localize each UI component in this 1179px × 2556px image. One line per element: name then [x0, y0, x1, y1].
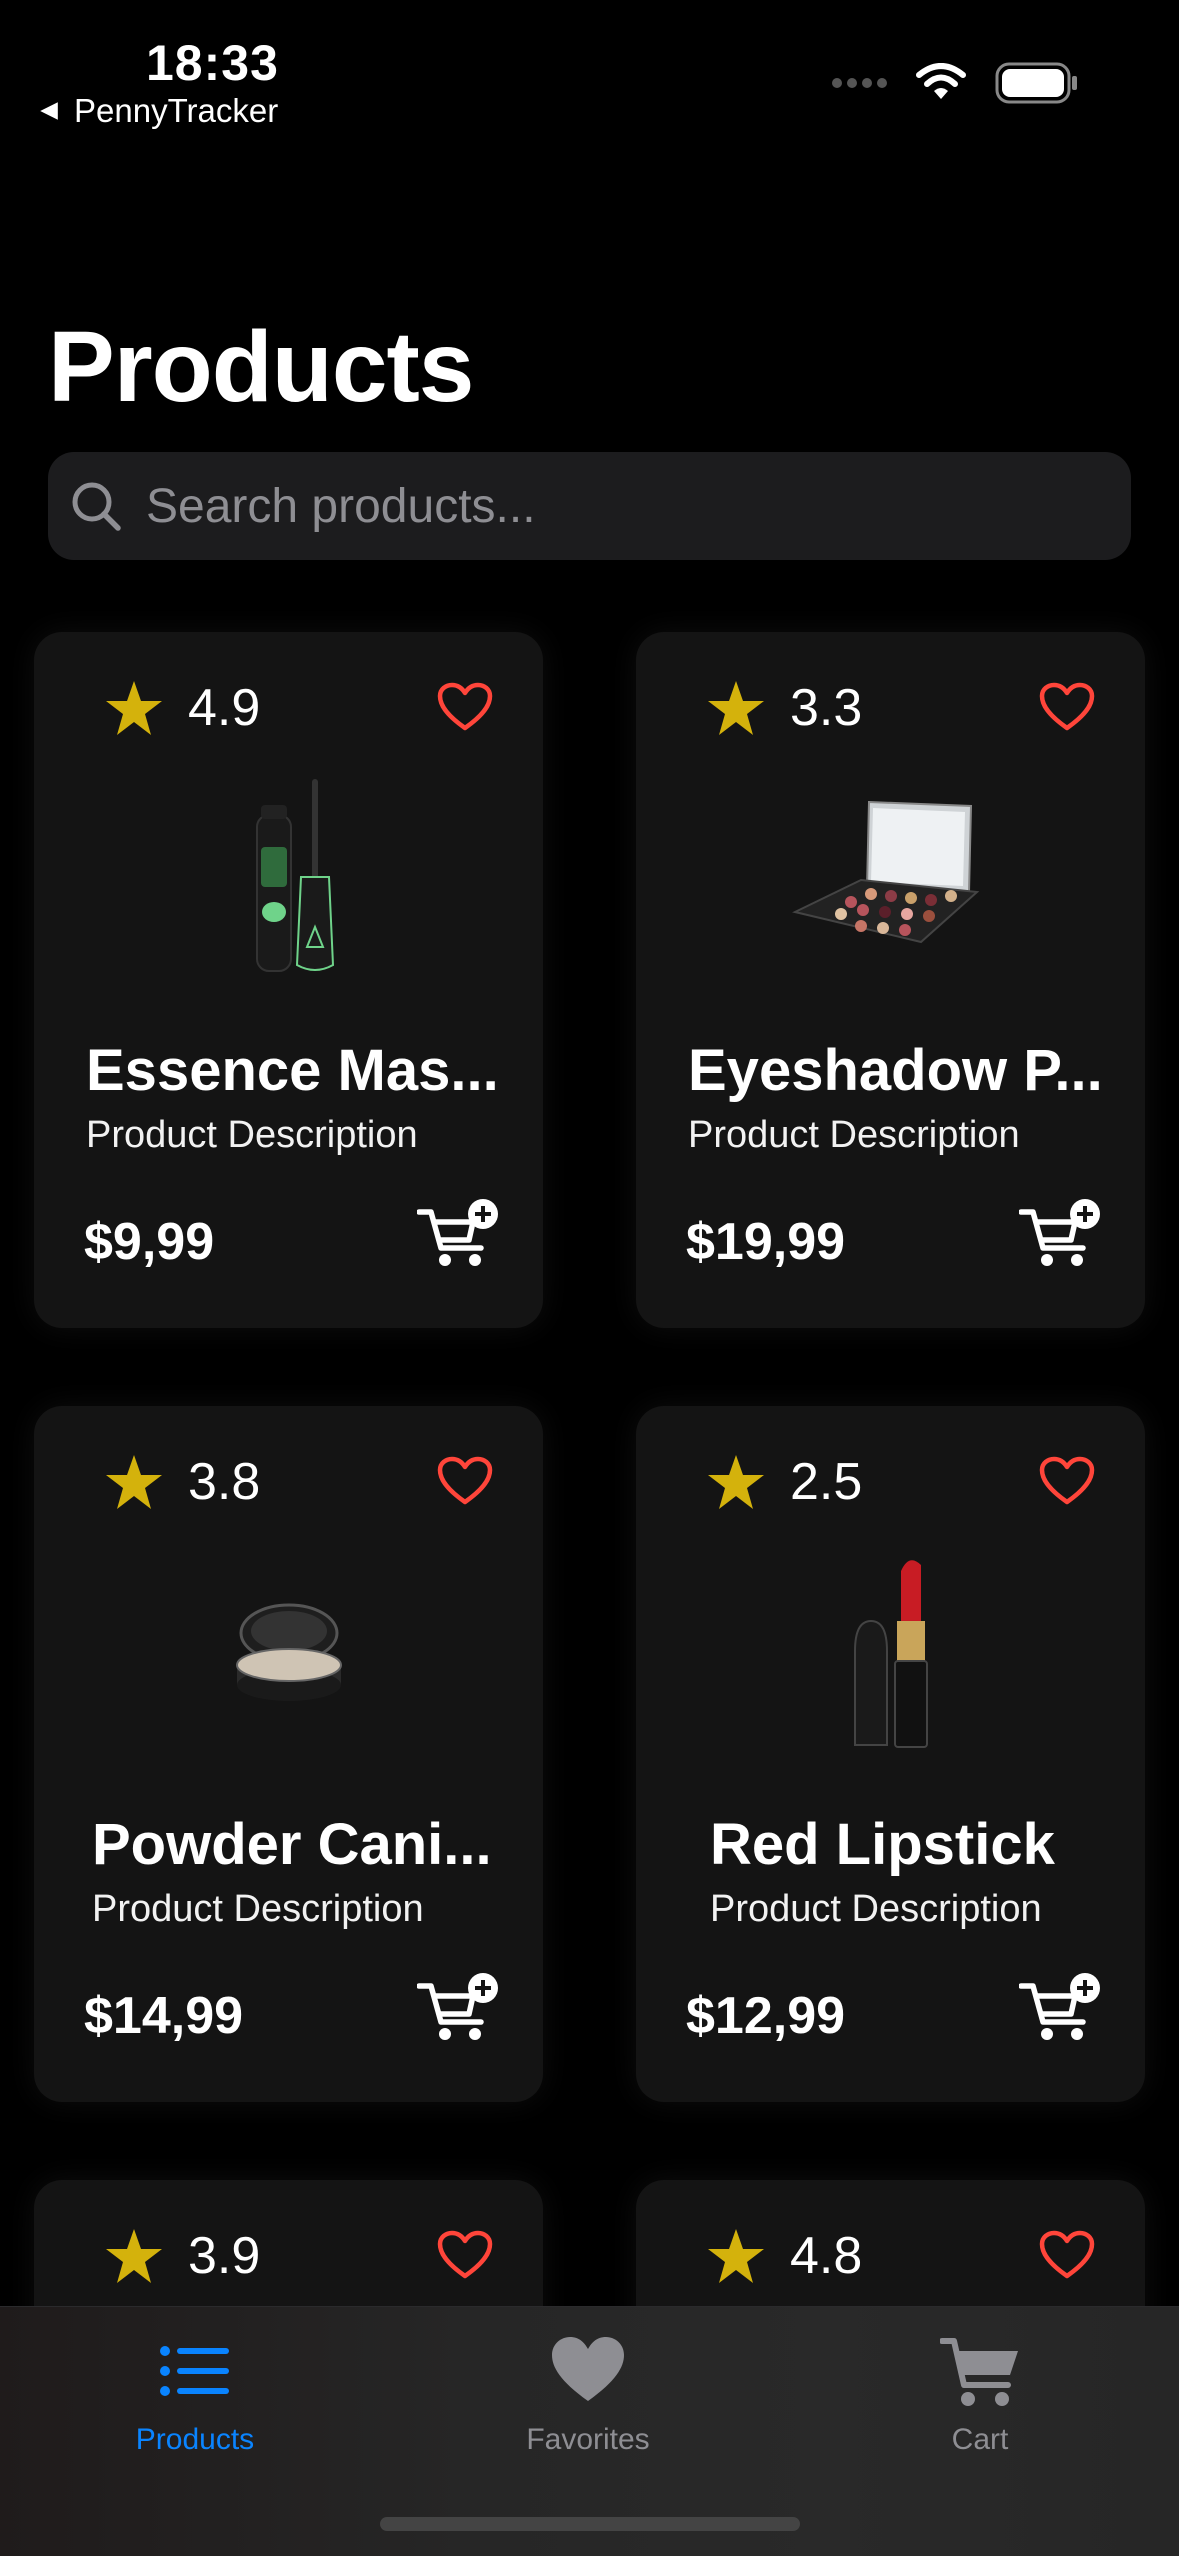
product-description: Product Description [710, 1888, 1042, 1930]
star-icon [708, 1455, 764, 1509]
heart-icon [552, 2337, 624, 2401]
product-card[interactable]: 4.9 Essence Mas... Product Description $… [34, 632, 543, 1328]
product-name: Powder Cani... [92, 1812, 492, 1877]
product-price: $12,99 [686, 1987, 846, 2045]
rating-value: 2.5 [790, 1453, 863, 1511]
product-rating: 3.9 [104, 2226, 260, 2286]
back-to-app-link[interactable]: PennyTracker [38, 92, 278, 130]
favorite-heart-icon[interactable] [437, 682, 493, 732]
product-description: Product Description [92, 1888, 424, 1930]
product-price: $9,99 [84, 1213, 215, 1271]
status-indicators [832, 62, 1079, 104]
back-triangle-icon [40, 102, 58, 120]
products-screen: 18:33 PennyTracker Products 4.9 [0, 0, 1179, 2556]
product-card[interactable]: 3.8 Powder Cani... Product Description $… [34, 1406, 543, 2102]
search-input[interactable] [146, 478, 1046, 534]
powder-compact-image [34, 1551, 543, 1751]
tab-label: Favorites [526, 2423, 650, 2456]
rating-value: 3.8 [188, 1453, 261, 1511]
favorite-heart-icon[interactable] [437, 1456, 493, 1506]
mascara-image [34, 777, 543, 977]
add-to-cart-icon[interactable] [1019, 1198, 1103, 1270]
home-indicator[interactable] [380, 2517, 800, 2531]
product-rating: 2.5 [706, 1452, 862, 1512]
battery-icon [995, 62, 1077, 104]
star-icon [106, 1455, 162, 1509]
add-to-cart-icon[interactable] [417, 1972, 501, 2044]
wifi-icon [916, 63, 966, 99]
cellular-signal-icon [832, 78, 887, 88]
tab-favorites[interactable]: Favorites [438, 2331, 738, 2457]
star-icon [708, 2229, 764, 2283]
rating-value: 3.3 [790, 679, 863, 737]
tab-cart[interactable]: Cart [830, 2331, 1130, 2457]
product-rating: 4.8 [706, 2226, 862, 2286]
product-rating: 4.9 [104, 678, 260, 738]
search-bar[interactable] [48, 452, 1131, 560]
favorite-heart-icon[interactable] [1039, 1456, 1095, 1506]
status-time: 18:33 [146, 35, 279, 91]
product-card[interactable]: 2.5 Red Lipstick Product Description $12… [636, 1406, 1145, 2102]
tab-label: Products [135, 2423, 255, 2456]
star-icon [106, 681, 162, 735]
lipstick-image [636, 1551, 1145, 1751]
favorite-heart-icon[interactable] [437, 2230, 493, 2280]
rating-value: 4.9 [188, 679, 261, 737]
tab-label: Cart [951, 2423, 1009, 2456]
rating-value: 4.8 [790, 2227, 863, 2285]
cart-icon [940, 2338, 1018, 2406]
product-rating: 3.3 [706, 678, 862, 738]
back-app-label: PennyTracker [74, 92, 279, 129]
product-description: Product Description [86, 1114, 418, 1156]
add-to-cart-icon[interactable] [417, 1198, 501, 1270]
product-name: Eyeshadow P... [688, 1038, 1103, 1103]
tab-products[interactable]: Products [45, 2331, 345, 2457]
product-rating: 3.8 [104, 1452, 260, 1512]
add-to-cart-icon[interactable] [1019, 1972, 1103, 2044]
product-price: $14,99 [84, 1987, 244, 2045]
favorite-heart-icon[interactable] [1039, 2230, 1095, 2280]
product-price: $19,99 [686, 1213, 846, 1271]
product-name: Red Lipstick [710, 1812, 1055, 1877]
list-icon [160, 2346, 229, 2396]
star-icon [708, 681, 764, 735]
product-name: Essence Mas... [86, 1038, 499, 1103]
rating-value: 3.9 [188, 2227, 261, 2285]
star-icon [106, 2229, 162, 2283]
search-icon [72, 482, 121, 531]
page-title: Products [48, 311, 474, 423]
favorite-heart-icon[interactable] [1039, 682, 1095, 732]
eyeshadow-palette-image [636, 777, 1145, 977]
product-description: Product Description [688, 1114, 1020, 1156]
product-card[interactable]: 3.3 Eyeshadow P... Product Description $… [636, 632, 1145, 1328]
